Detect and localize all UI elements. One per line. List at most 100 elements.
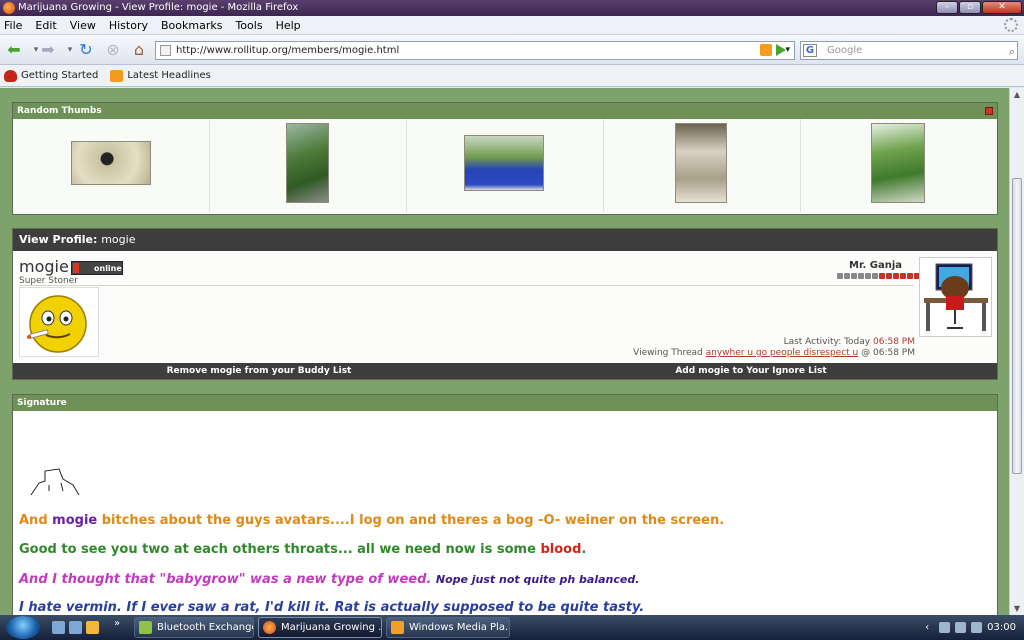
quick-launch-more-icon[interactable]: » [114,618,120,629]
volume-icon[interactable] [971,622,983,633]
reputation-pip [872,273,878,279]
signature-line-3: And I thought that "babygrow" was a new … [19,572,639,587]
bluetooth-exchange-icon [139,621,152,634]
sig-username: mogie [52,513,98,528]
profile-heading: View Profile: [19,233,98,246]
thumb-cell [604,119,801,212]
search-icon[interactable]: ⌕ [1009,43,1015,60]
back-icon[interactable]: ⬅ [4,40,24,60]
signature-line-1: And mogie bitches about the guys avatars… [19,513,724,528]
tray-app-icon[interactable] [939,622,951,633]
task-label: Windows Media Pla... [409,622,510,633]
reputation-bar [837,273,920,279]
page-scrollbar[interactable]: ▲ ▼ [1009,88,1024,615]
system-tray: ‹ 03:00 [925,615,1024,640]
forward-icon[interactable]: ➡ [38,40,58,60]
bookmark-getting-started[interactable]: Getting Started [4,69,99,82]
search-placeholder: Google [827,45,863,56]
window-title: Marijuana Growing - View Profile: mogie … [18,2,299,13]
clock[interactable]: 03:00 [987,622,1016,633]
viewing-thread-time: @ 06:58 PM [861,348,915,358]
signature-line-4: I hate vermin. If I ever saw a rat, I'd … [19,600,645,615]
sig-text: And [19,513,53,528]
collapse-icon[interactable] [985,107,993,115]
online-status-badge: online [71,261,123,275]
maximize-button[interactable]: ▫ [959,1,981,14]
last-activity-label: Last Activity: Today [783,337,871,347]
folder-icon[interactable] [86,621,99,634]
remove-buddy-button[interactable]: Remove mogie from your Buddy List [13,363,505,379]
switch-windows-icon[interactable] [69,621,82,634]
start-button[interactable] [6,616,40,639]
view-profile-panel: View Profile: mogie mogie online Super S… [12,228,998,380]
add-ignore-button[interactable]: Add mogie to Your Ignore List [505,363,997,379]
reputation-pip [865,273,871,279]
page-content: Random Thumbs View Profile: mogie mogie … [0,88,1009,615]
windows-taskbar: » Bluetooth Exchange... Marijuana Growin… [0,615,1024,640]
thumb-image[interactable] [871,123,925,203]
panel-header: Random Thumbs [13,103,997,119]
viewing-thread-link[interactable]: anywher u go people disrespect u [706,348,859,358]
home-icon[interactable]: ⌂ [129,40,149,60]
network-icon[interactable] [955,622,967,633]
menu-bar: File Edit View History Bookmarks Tools H… [0,16,1024,35]
scroll-down-icon[interactable]: ▼ [1012,604,1022,613]
close-button[interactable]: ✕ [982,1,1022,14]
thumb-cell [13,119,210,212]
address-dropdown-icon[interactable]: ▾ [785,42,790,59]
sketch-figure-icon [30,468,80,496]
gamer-rank-icon [924,263,988,331]
search-box[interactable]: G Google ⌕ [800,41,1018,60]
thumbs-row [13,119,997,212]
rss-feed-icon[interactable] [760,44,772,56]
reload-icon[interactable]: ↻ [76,40,96,60]
reputation-pip [907,273,913,279]
menu-view[interactable]: View [70,19,96,32]
menu-history[interactable]: History [109,19,148,32]
task-bluetooth[interactable]: Bluetooth Exchange... [134,617,254,638]
throbber-icon [1004,18,1018,32]
signature-panel: Signature And mogie bitches about the gu… [12,394,998,615]
navigation-toolbar: ⬅ ▾ ➡ ▾ ↻ ⊗ ⌂ http://www.rollitup.org/me… [0,35,1024,65]
minimize-button[interactable]: – [936,1,958,14]
show-desktop-icon[interactable] [52,621,65,634]
thumb-image[interactable] [286,123,329,203]
page-favicon-icon [160,45,171,56]
menu-help[interactable]: Help [276,19,301,32]
stop-icon[interactable]: ⊗ [103,40,123,60]
sig-text: Good to see you two at each others throa… [19,542,541,557]
media-player-icon [391,621,404,634]
divider [19,285,914,286]
profile-header: View Profile: mogie [13,229,997,251]
scroll-thumb[interactable] [1012,178,1022,474]
go-icon[interactable] [776,44,786,56]
thumb-image[interactable] [464,135,544,191]
last-activity-time: 06:58 PM [873,337,915,347]
panel-header: Signature [13,395,997,411]
smiley-avatar-icon [27,295,87,353]
window-controls: – ▫ ✕ [936,1,1022,14]
reputation-pip [844,273,850,279]
task-media-player[interactable]: Windows Media Pla... [386,617,510,638]
address-bar[interactable]: http://www.rollitup.org/members/mogie.ht… [155,41,795,60]
reputation-pip [893,273,899,279]
google-engine-icon[interactable]: G [803,44,817,57]
task-firefox[interactable]: Marijuana Growing ... [258,617,382,638]
thumb-image[interactable] [675,123,727,203]
menu-bookmarks[interactable]: Bookmarks [161,19,222,32]
menu-tools[interactable]: Tools [235,19,262,32]
profile-heading-username: mogie [101,233,136,246]
thumb-cell [210,119,407,212]
last-activity: Last Activity: Today 06:58 PM Viewing Th… [633,337,915,359]
thumb-cell [801,119,997,212]
reputation-pip [886,273,892,279]
menu-edit[interactable]: Edit [35,19,56,32]
panel-title: Random Thumbs [17,106,102,116]
address-url: http://www.rollitup.org/members/mogie.ht… [176,45,400,56]
menu-file[interactable]: File [4,19,22,32]
bookmark-label: Getting Started [21,70,99,81]
thumb-image[interactable] [71,141,151,185]
bookmark-latest-headlines[interactable]: Latest Headlines [110,69,211,82]
scroll-up-icon[interactable]: ▲ [1012,90,1022,99]
tray-expand-icon[interactable]: ‹ [925,622,929,633]
